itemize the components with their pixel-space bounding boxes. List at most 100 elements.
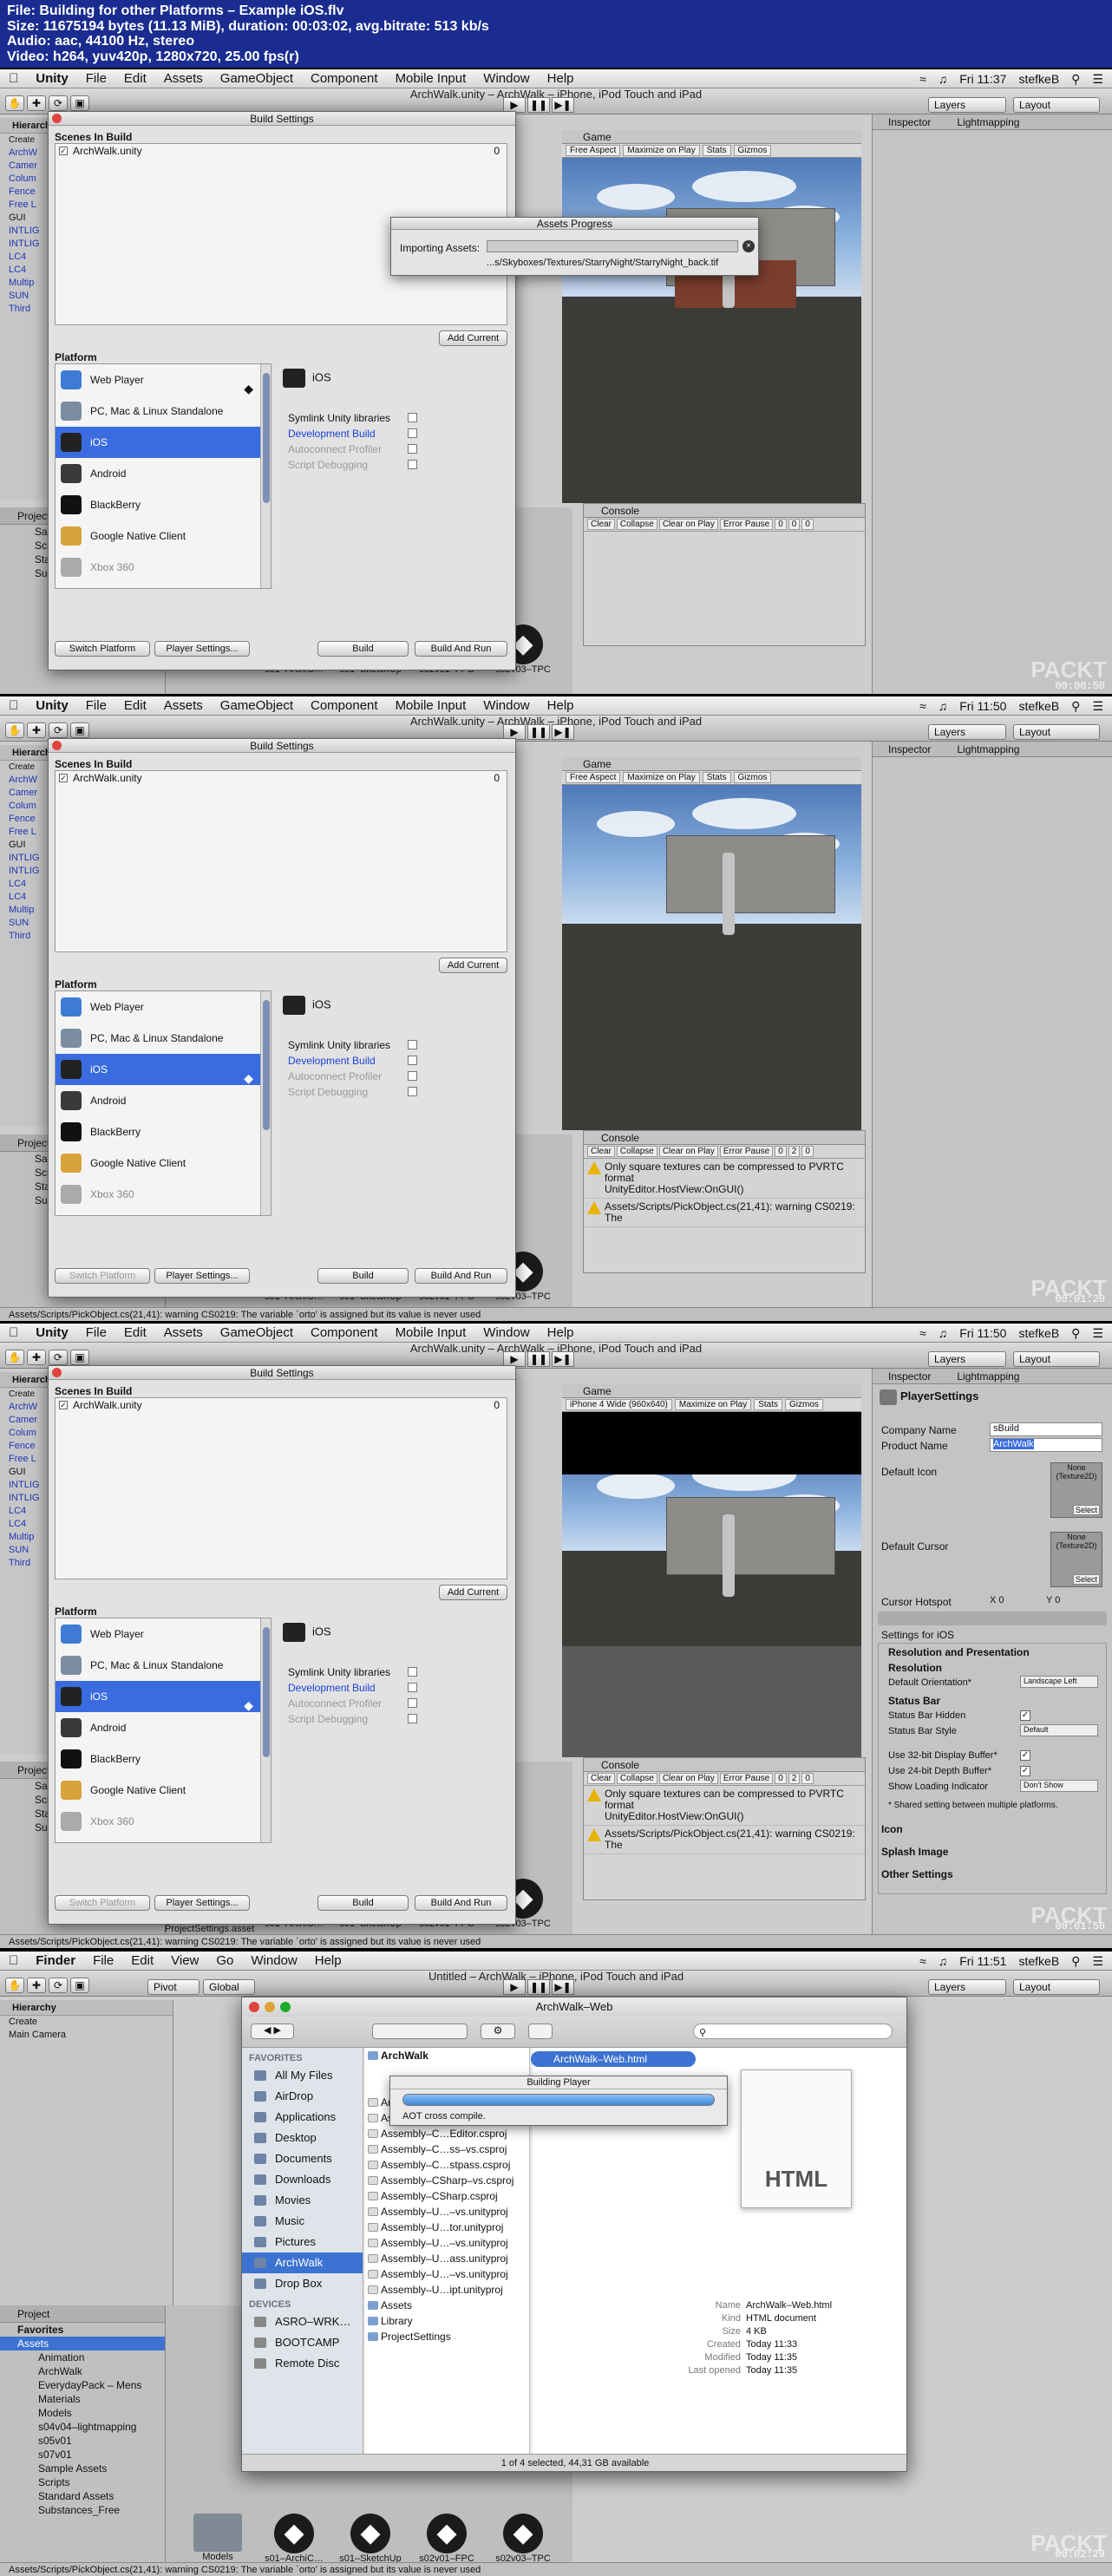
console-count[interactable]: 0 (788, 519, 801, 530)
platform-list[interactable]: Web Player ◆ PC, Mac & Linux Standalone iOS… (55, 363, 271, 589)
hierarchy-item[interactable]: GUI (0, 212, 51, 225)
menu-item[interactable]: File (86, 698, 107, 713)
other-settings-section[interactable]: Other Settings (881, 1868, 953, 1880)
console-tab[interactable]: Console (584, 504, 865, 518)
console-button[interactable]: Error Pause (719, 1146, 774, 1157)
menu-item[interactable]: Assets (164, 698, 203, 713)
platform-item[interactable]: BlackBerry (56, 489, 271, 520)
global-toggle[interactable]: Global (203, 1979, 255, 1995)
sidebar-item[interactable]: Pictures (242, 2232, 363, 2252)
asset-tile[interactable]: Models (183, 2514, 252, 2562)
menu-item[interactable]: Assets (164, 71, 203, 86)
hierarchy-item[interactable]: Fence (0, 813, 51, 826)
game-toolbar-button[interactable]: Stats (754, 1399, 783, 1410)
hierarchy-item[interactable]: Colum (0, 173, 51, 186)
console-button[interactable]: Clear (587, 519, 615, 530)
close-icon[interactable] (52, 114, 62, 123)
file-item[interactable]: Assets (365, 2298, 529, 2313)
hierarchy-item[interactable]: Colum (0, 800, 51, 813)
asset-tile[interactable]: ◆s02v01–FPC (412, 2514, 481, 2564)
console-button[interactable]: Clear (587, 1146, 615, 1157)
select-button[interactable]: Select (1072, 1574, 1100, 1585)
game-tab[interactable]: Game (562, 130, 861, 144)
hierarchy-item[interactable]: INTLIG (0, 225, 51, 238)
hierarchy-item[interactable]: SUN (0, 1544, 51, 1557)
scene-checkbox[interactable]: ✓ (59, 1401, 68, 1409)
hierarchy-item[interactable]: Fence (0, 1440, 51, 1453)
layout-dropdown[interactable]: Layout (1013, 1351, 1100, 1367)
menu-item[interactable]: Window (483, 1325, 529, 1340)
apple-icon[interactable]:  (9, 698, 18, 713)
player-settings-button[interactable]: Player Settings... (154, 1895, 250, 1911)
loading-dropdown[interactable]: Don't Show (1020, 1780, 1098, 1792)
menu-item[interactable]: GameObject (220, 698, 293, 713)
project-tree-item[interactable]: ArchWalk (0, 2364, 165, 2378)
platform-item[interactable]: iOS ◆ (56, 1054, 271, 1085)
player-settings-button[interactable]: Player Settings... (154, 1268, 250, 1284)
pause-button[interactable]: ❚❚ (527, 724, 550, 740)
project-tree-item[interactable]: Substances_Free (0, 2503, 165, 2517)
console-message[interactable]: Assets/Scripts/PickObject.cs(21,41): war… (584, 1826, 865, 1854)
option-checkbox[interactable] (408, 428, 417, 438)
volume-icon[interactable]: ♫ (939, 72, 948, 86)
layers-dropdown[interactable]: Layers (928, 1351, 1006, 1367)
menu-item[interactable]: File (86, 1325, 107, 1340)
menu-item[interactable]: Edit (124, 71, 147, 86)
spotlight-icon[interactable]: ⚲ (1071, 72, 1080, 86)
volume-icon[interactable]: ♫ (939, 1326, 948, 1340)
inspector-tab[interactable]: Inspector (888, 1370, 931, 1383)
view-mode-buttons[interactable] (372, 2024, 468, 2039)
platform-tabs[interactable] (878, 1612, 1107, 1625)
hierarchy-item[interactable]: Third (0, 930, 51, 943)
device-item[interactable]: Remote Disc (242, 2353, 363, 2374)
game-toolbar-button[interactable]: Gizmos (785, 1399, 823, 1410)
hierarchy-item[interactable]: Free L (0, 199, 51, 212)
platform-item[interactable]: BlackBerry (56, 1116, 271, 1147)
hierarchy-item[interactable]: INTLIG (0, 865, 51, 878)
file-item[interactable]: Assembly–CSharp.csproj (365, 2188, 529, 2204)
hierarchy-item[interactable]: LC4 (0, 251, 51, 264)
hierarchy-item[interactable]: Camer (0, 160, 51, 173)
back-forward-buttons[interactable]: ◀ ▶ (251, 2024, 294, 2039)
build-and-run-button[interactable]: Build And Run (415, 1895, 507, 1911)
file-item[interactable]: ProjectSettings (365, 2329, 529, 2344)
option-checkbox[interactable] (408, 460, 417, 469)
layers-dropdown[interactable]: Layers (928, 1979, 1006, 1995)
lightmapping-tab[interactable]: Lightmapping (957, 116, 1019, 128)
console-tab[interactable]: Console (584, 1131, 865, 1145)
option-checkbox[interactable] (408, 1667, 417, 1677)
option-checkbox[interactable] (408, 1683, 417, 1692)
console-count[interactable]: 2 (788, 1773, 801, 1784)
wifi-icon[interactable]: ≈ (919, 699, 926, 713)
clock[interactable]: Fri 11:50 (959, 699, 1006, 713)
hierarchy-item[interactable]: Free L (0, 1453, 51, 1466)
clock[interactable]: Fri 11:50 (959, 1326, 1006, 1340)
menu-item[interactable]: Unity (36, 698, 69, 713)
menu-item[interactable]: Help (547, 1325, 574, 1340)
file-item[interactable]: Assembly–C…ss–vs.csproj (365, 2141, 529, 2157)
pause-button[interactable]: ❚❚ (527, 97, 550, 113)
icon-slot[interactable]: None (Texture2D) Select (1050, 1462, 1102, 1518)
close-icon[interactable] (52, 1368, 62, 1377)
scene-row[interactable]: ✓ ArchWalk.unity 0 (56, 144, 507, 158)
sidebar-item[interactable]: Drop Box (242, 2273, 363, 2294)
console-message[interactable]: Assets/Scripts/PickObject.cs(21,41): war… (584, 1199, 865, 1227)
console-button[interactable]: Clear on Play (658, 1146, 718, 1157)
platform-scrollbar[interactable] (260, 991, 271, 1215)
build-option[interactable]: Development Build (288, 1055, 417, 1067)
console-message[interactable]: Only square textures can be compressed t… (584, 1786, 865, 1826)
step-button[interactable]: ▶❚ (552, 97, 574, 113)
scale-tool-icon[interactable]: ▣ (70, 1978, 89, 1993)
hand-tool-icon[interactable]: ✋ (5, 1978, 24, 1993)
minimize-icon[interactable] (265, 2002, 275, 2012)
option-checkbox[interactable] (408, 1698, 417, 1708)
file-item[interactable]: Assembly–U…–vs.unityproj (365, 2204, 529, 2220)
hierarchy-item[interactable]: LC4 (0, 891, 51, 904)
game-toolbar-button[interactable]: Maximize on Play (623, 145, 700, 156)
menu-item[interactable]: Mobile Input (396, 698, 467, 713)
user-name[interactable]: stefkeB (1018, 1954, 1059, 1968)
file-item[interactable]: Assembly–U…tor.unityproj (365, 2220, 529, 2235)
hierarchy-item[interactable]: Colum (0, 1427, 51, 1440)
switch-platform-button[interactable]: Switch Platform (55, 641, 150, 657)
cursor-slot[interactable]: None (Texture2D) Select (1050, 1532, 1102, 1587)
